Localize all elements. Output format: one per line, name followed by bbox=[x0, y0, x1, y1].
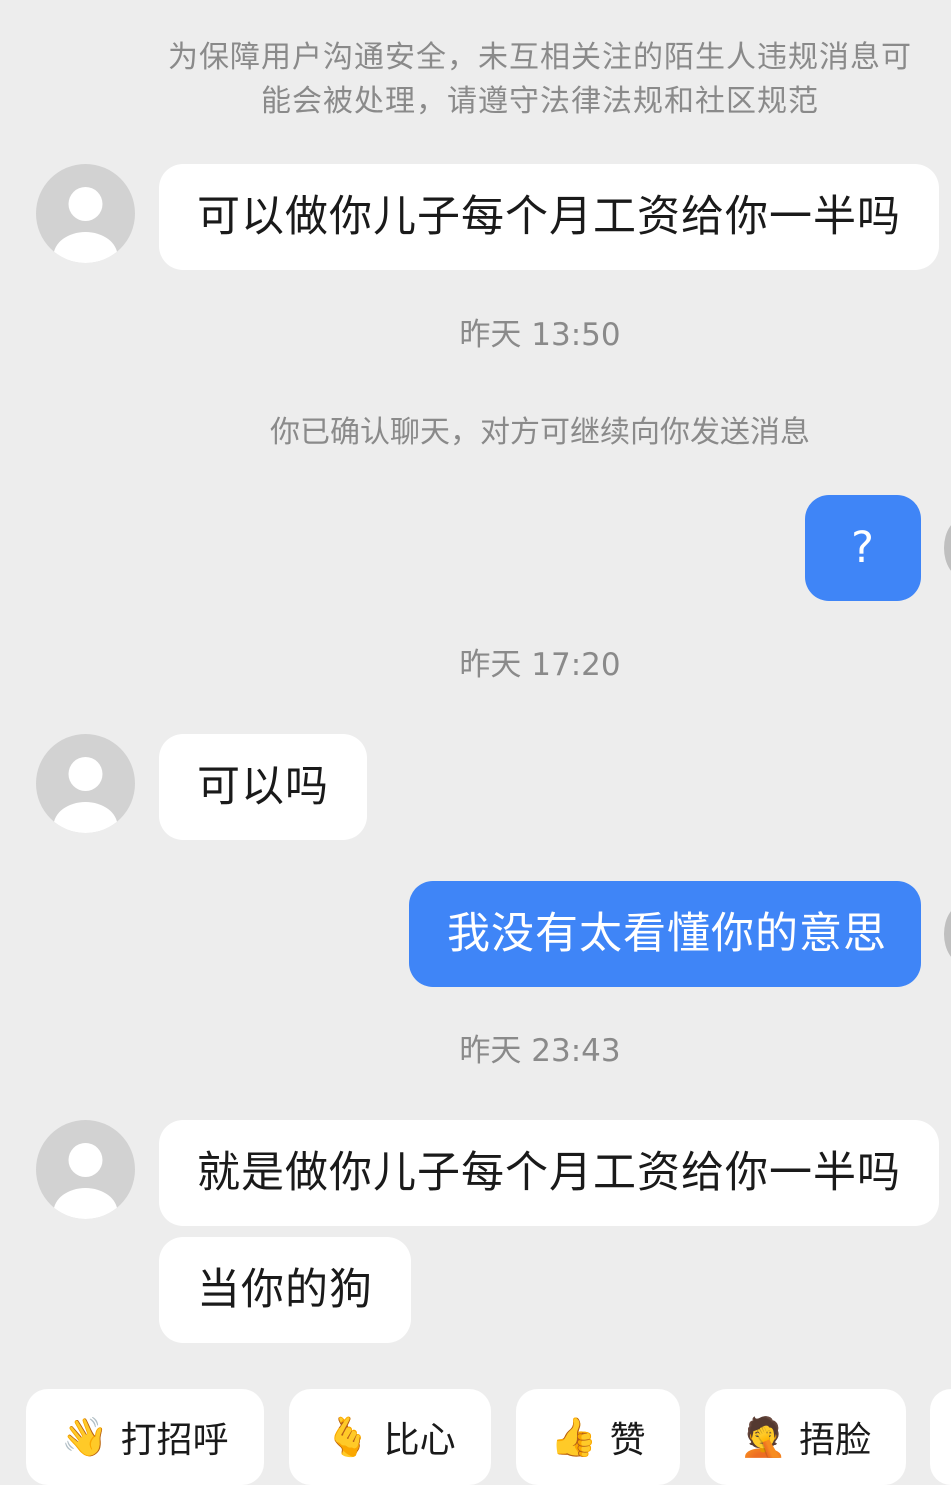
my-avatar[interactable] bbox=[944, 904, 951, 964]
default-user-icon bbox=[53, 757, 118, 833]
quick-reply-like-button[interactable]: 👍 赞 bbox=[516, 1389, 680, 1485]
quick-reply-label: 打招呼 bbox=[120, 1420, 229, 1461]
contact-avatar[interactable] bbox=[36, 164, 135, 263]
outgoing-message-bubble[interactable]: ? bbox=[805, 495, 921, 601]
quick-reply-facepalm-button[interactable]: 🤦 捂脸 bbox=[705, 1389, 906, 1485]
quick-reply-greet-button[interactable]: 👋 打招呼 bbox=[26, 1389, 264, 1485]
safety-notice: 为保障用户沟通安全，未互相关注的陌生人违规消息可 能会被处理，请遵守法律法规和社… bbox=[140, 36, 940, 124]
finger-heart-icon: 🫰 bbox=[324, 1415, 372, 1459]
my-avatar[interactable] bbox=[944, 518, 951, 578]
quick-reply-bar: 👋 打招呼 🫰 比心 👍 赞 🤦 捂脸 bbox=[0, 1389, 951, 1485]
quick-reply-heart-button[interactable]: 🫰 比心 bbox=[289, 1389, 491, 1485]
quick-reply-overflow-button[interactable] bbox=[930, 1389, 951, 1485]
waving-face-icon: 👋 bbox=[61, 1415, 109, 1459]
thumbs-up-icon: 👍 bbox=[550, 1415, 598, 1459]
message-timestamp: 昨天 17:20 bbox=[459, 647, 621, 683]
message-timestamp: 昨天 13:50 bbox=[459, 317, 621, 353]
contact-avatar[interactable] bbox=[36, 1120, 135, 1219]
safety-notice-line-2: 能会被处理，请遵守法律法规和社区规范 bbox=[261, 84, 819, 119]
incoming-message-bubble[interactable]: 当你的狗 bbox=[159, 1237, 411, 1343]
incoming-message-bubble[interactable]: 就是做你儿子每个月工资给你一半吗 bbox=[159, 1120, 939, 1226]
contact-avatar[interactable] bbox=[36, 734, 135, 833]
quick-reply-label: 赞 bbox=[609, 1420, 646, 1461]
safety-notice-line-1: 为保障用户沟通安全，未互相关注的陌生人违规消息可 bbox=[168, 40, 912, 75]
quick-reply-label: 捂脸 bbox=[799, 1420, 872, 1461]
quick-reply-label: 比心 bbox=[383, 1420, 456, 1461]
incoming-message-bubble[interactable]: 可以做你儿子每个月工资给你一半吗 bbox=[159, 164, 939, 270]
outgoing-message-bubble[interactable]: 我没有太看懂你的意思 bbox=[409, 881, 921, 987]
chat-confirmed-system-message: 你已确认聊天，对方可继续向你发送消息 bbox=[270, 415, 810, 450]
incoming-message-bubble[interactable]: 可以吗 bbox=[159, 734, 367, 840]
facepalm-icon: 🤦 bbox=[739, 1415, 788, 1459]
default-user-icon bbox=[53, 187, 118, 263]
message-timestamp: 昨天 23:43 bbox=[459, 1033, 621, 1069]
default-user-icon bbox=[53, 1143, 118, 1219]
